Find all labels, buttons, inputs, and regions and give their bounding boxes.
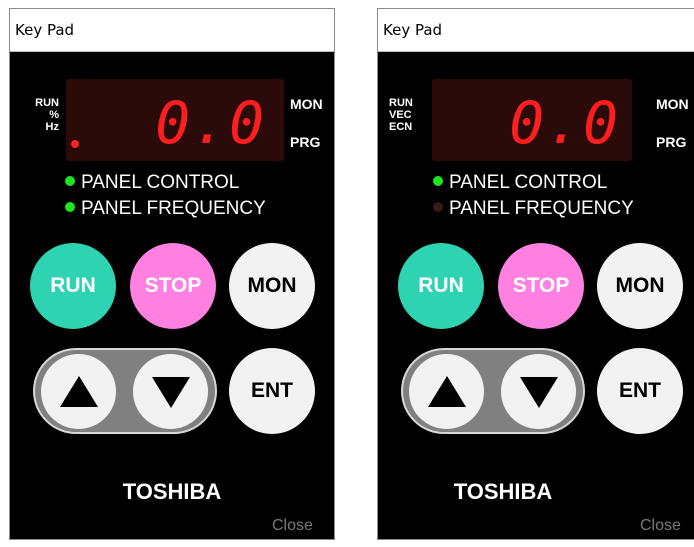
close-link[interactable]: Close xyxy=(272,517,313,535)
brand-logo: TOSHIBA xyxy=(453,479,553,504)
indicator-percent: % xyxy=(49,109,59,121)
run-button[interactable]: RUN xyxy=(398,243,484,329)
up-arrow-icon xyxy=(427,375,466,407)
keypad-window-1: Key Pad RUN % Hz 0.0 MON PRG PANEL CONTR… xyxy=(9,8,335,540)
status-label: PANEL FREQUENCY xyxy=(449,198,634,219)
indicator-hz: Hz xyxy=(45,121,59,133)
up-down-rocker xyxy=(401,348,585,434)
status-panel-frequency: PANEL FREQUENCY xyxy=(433,198,634,220)
mode-label-prg: PRG xyxy=(290,134,321,150)
display-value: 0.0 xyxy=(509,89,620,157)
status-label: PANEL FREQUENCY xyxy=(81,198,266,219)
up-button[interactable] xyxy=(409,354,484,429)
down-button[interactable] xyxy=(501,354,576,429)
display-value: 0.0 xyxy=(155,89,266,157)
led-display: 0.0 xyxy=(66,79,284,161)
up-down-rocker xyxy=(33,348,217,434)
stop-button[interactable]: STOP xyxy=(130,243,216,329)
mode-label-mon: MON xyxy=(290,96,323,112)
mon-button[interactable]: MON xyxy=(597,243,683,329)
up-arrow-icon xyxy=(59,375,98,407)
indicator-ecn: ECN xyxy=(389,121,413,133)
led-display: 0.0 xyxy=(432,79,632,161)
down-arrow-icon xyxy=(151,376,190,408)
run-button[interactable]: RUN xyxy=(30,243,116,329)
display-indicators: RUN VEC ECN xyxy=(389,97,429,133)
indicator-vec: VEC xyxy=(389,109,412,121)
status-panel-control: PANEL CONTROL xyxy=(433,172,607,194)
window-title: Key Pad xyxy=(378,9,694,52)
status-label: PANEL CONTROL xyxy=(449,172,608,193)
display-indicators: RUN % Hz xyxy=(23,97,59,133)
ent-button[interactable]: ENT xyxy=(229,348,315,434)
led-icon xyxy=(433,201,443,212)
led-icon xyxy=(65,175,75,186)
indicator-run: RUN xyxy=(35,97,59,109)
close-link[interactable]: Close xyxy=(640,517,681,535)
hz-led-icon xyxy=(71,140,79,148)
mode-label-prg: PRG xyxy=(656,134,687,150)
stop-button[interactable]: STOP xyxy=(498,243,584,329)
led-icon xyxy=(65,201,75,212)
mon-button[interactable]: MON xyxy=(229,243,315,329)
brand-logo: TOSHIBA xyxy=(122,479,222,504)
indicator-run: RUN xyxy=(389,97,413,109)
status-label: PANEL CONTROL xyxy=(81,172,240,193)
down-button[interactable] xyxy=(133,354,208,429)
mode-label-mon: MON xyxy=(656,96,689,112)
led-icon xyxy=(433,175,443,186)
status-panel-frequency: PANEL FREQUENCY xyxy=(65,198,266,220)
up-button[interactable] xyxy=(41,354,116,429)
status-panel-control: PANEL CONTROL xyxy=(65,172,239,194)
keypad-window-2: Key Pad RUN VEC ECN 0.0 MON PRG PANEL CO… xyxy=(377,8,694,540)
ent-button[interactable]: ENT xyxy=(597,348,683,434)
down-arrow-icon xyxy=(519,376,558,408)
window-title: Key Pad xyxy=(10,9,334,52)
